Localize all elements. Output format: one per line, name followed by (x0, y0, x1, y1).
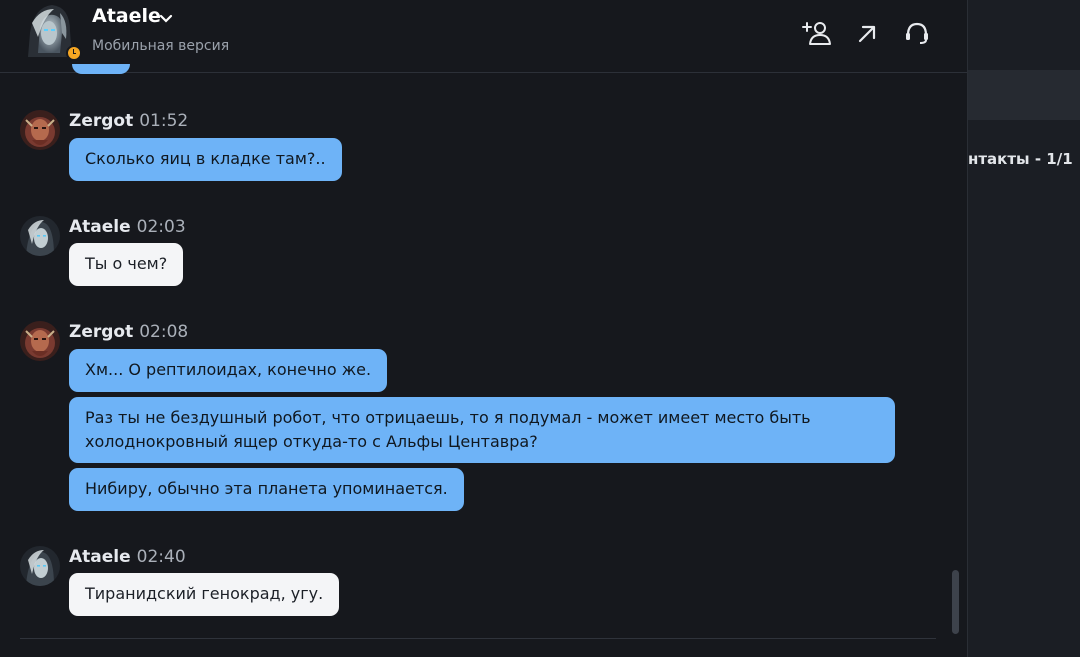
sender-name[interactable]: Ataele (69, 217, 131, 237)
message-time: 01:52 (139, 111, 189, 131)
contact-subtitle: Мобильная версия (92, 38, 230, 54)
avatar-zergot[interactable] (20, 321, 60, 361)
chat-pane: Ataele Мобильная версия Zergot 01:52 Ско… (0, 0, 967, 657)
add-contact-button[interactable] (802, 19, 832, 47)
sender-name[interactable]: Ataele (69, 547, 131, 567)
message-time: 02:40 (136, 547, 186, 567)
contact-name[interactable]: Ataele (92, 5, 161, 27)
arrow-up-right-icon (858, 25, 876, 43)
previous-message-bubble (72, 64, 130, 74)
avatar-ataele[interactable] (20, 216, 60, 256)
avatar-ataele[interactable] (20, 546, 60, 586)
open-external-button[interactable] (852, 19, 882, 47)
message-time: 02:08 (139, 322, 189, 342)
sender-name[interactable]: Zergot (69, 322, 133, 342)
contacts-search-strip[interactable] (968, 70, 1080, 120)
message-bubble[interactable]: Тиранидский генокрад, угу. (69, 573, 340, 616)
sender-name[interactable]: Zergot (69, 111, 133, 131)
sender-line: Ataele 02:03 (69, 217, 186, 237)
chat-header: Ataele Мобильная версия (0, 0, 967, 73)
sender-line: Zergot 01:52 (69, 111, 188, 131)
chevron-down-icon[interactable] (158, 11, 174, 27)
composer-divider (20, 638, 936, 639)
message-bubble[interactable]: Нибиру, обычно эта планета упоминается. (69, 468, 464, 511)
message-bubble[interactable]: Раз ты не бездушный робот, что отрицаешь… (69, 397, 895, 463)
scrollbar-thumb[interactable] (952, 570, 959, 634)
message-bubble[interactable]: Хм... О рептилоидах, конечно же. (69, 349, 388, 392)
away-status-icon (66, 45, 82, 61)
support-button[interactable] (902, 19, 932, 47)
message-time: 02:03 (136, 217, 186, 237)
sender-line: Ataele 02:40 (69, 547, 186, 567)
contacts-count-label[interactable]: нтакты - 1/1 (968, 150, 1080, 168)
sender-line: Zergot 02:08 (69, 322, 188, 342)
headset-icon (906, 22, 928, 44)
avatar-zergot[interactable] (20, 110, 60, 150)
message-bubble[interactable]: Сколько яиц в кладке там?.. (69, 138, 342, 181)
contacts-panel: нтакты - 1/1 (967, 0, 1080, 657)
add-contact-icon (802, 22, 831, 45)
message-bubble[interactable]: Ты о чем? (69, 243, 184, 286)
